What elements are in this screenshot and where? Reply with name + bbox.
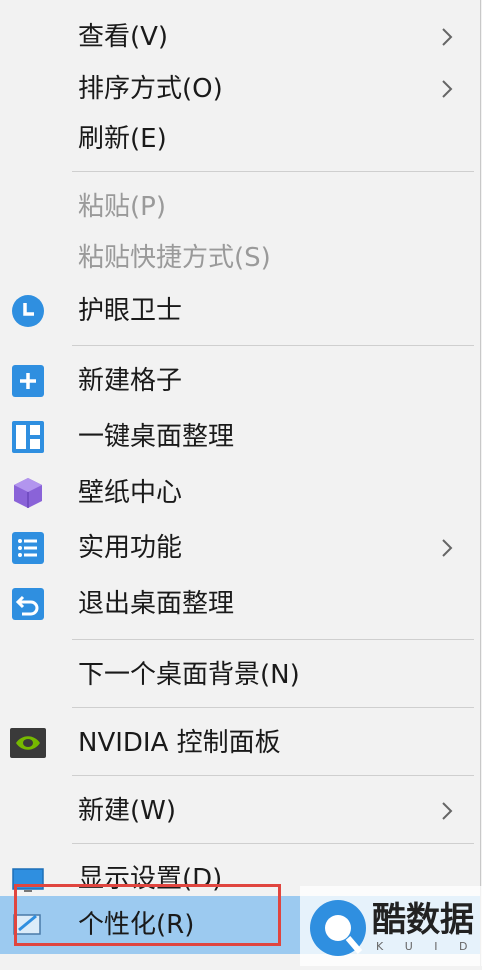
- menu-item-label: 一键桌面整理: [78, 422, 235, 452]
- highlight-frame: [14, 884, 281, 946]
- plus-icon: [9, 362, 47, 400]
- menu-item-view[interactable]: 查看(V): [0, 10, 480, 64]
- layout-grid-icon: [9, 418, 47, 456]
- menu-item-new[interactable]: 新建(W): [0, 784, 480, 838]
- clock-icon: [9, 292, 47, 330]
- menu-item-label: 排序方式(O): [78, 74, 223, 104]
- menu-item-paste: 粘贴(P): [0, 180, 480, 234]
- menu-item-label: 粘贴快捷方式(S): [78, 243, 271, 273]
- menu-item-label: 下一个桌面背景(N): [78, 660, 300, 690]
- menu-item-label: 壁纸中心: [78, 478, 183, 508]
- menu-item-label: 刷新(E): [78, 124, 167, 154]
- watermark-text: 酷数据: [372, 900, 474, 940]
- list-icon: [9, 529, 47, 567]
- menu-item-label: 查看(V): [78, 22, 169, 52]
- watermark: 酷数据 K U I D: [300, 884, 482, 966]
- chevron-right-icon: [436, 78, 458, 100]
- menu-separator: [72, 775, 474, 776]
- menu-item-paste-shortcut: 粘贴快捷方式(S): [0, 231, 480, 285]
- menu-separator: [72, 345, 474, 346]
- context-menu: 查看(V) 排序方式(O) 刷新(E) 粘贴(P) 粘贴快捷方式(S) 护眼卫士: [0, 0, 481, 966]
- menu-separator: [72, 171, 474, 172]
- menu-item-label: 粘贴(P): [78, 192, 166, 222]
- menu-item-label: 退出桌面整理: [78, 589, 235, 619]
- chevron-right-icon: [436, 537, 458, 559]
- menu-item-nvidia[interactable]: NVIDIA 控制面板: [0, 716, 480, 770]
- chevron-right-icon: [436, 26, 458, 48]
- menu-separator: [72, 707, 474, 708]
- menu-separator: [72, 639, 474, 640]
- menu-item-next-background[interactable]: 下一个桌面背景(N): [0, 648, 480, 702]
- menu-item-refresh[interactable]: 刷新(E): [0, 112, 480, 166]
- menu-item-sort[interactable]: 排序方式(O): [0, 62, 480, 116]
- menu-item-wallpaper-center[interactable]: 壁纸中心: [0, 466, 480, 520]
- menu-separator: [72, 843, 474, 844]
- menu-item-utilities[interactable]: 实用功能: [0, 521, 480, 575]
- menu-item-exit-organize[interactable]: 退出桌面整理: [0, 577, 480, 631]
- menu-item-eye-guard[interactable]: 护眼卫士: [0, 284, 480, 338]
- menu-item-label: NVIDIA 控制面板: [78, 728, 281, 758]
- undo-arrow-icon: [9, 585, 47, 623]
- watermark-subtext: K U I D: [376, 940, 477, 953]
- cube-icon: [9, 474, 47, 512]
- menu-item-label: 新建(W): [78, 796, 176, 826]
- menu-item-label: 护眼卫士: [78, 296, 183, 326]
- menu-item-label: 新建格子: [78, 366, 183, 396]
- menu-item-organize-desktop[interactable]: 一键桌面整理: [0, 410, 480, 464]
- chevron-right-icon: [436, 800, 458, 822]
- menu-item-label: 实用功能: [78, 533, 183, 563]
- menu-item-new-grid[interactable]: 新建格子: [0, 354, 480, 408]
- nvidia-icon: [9, 724, 47, 762]
